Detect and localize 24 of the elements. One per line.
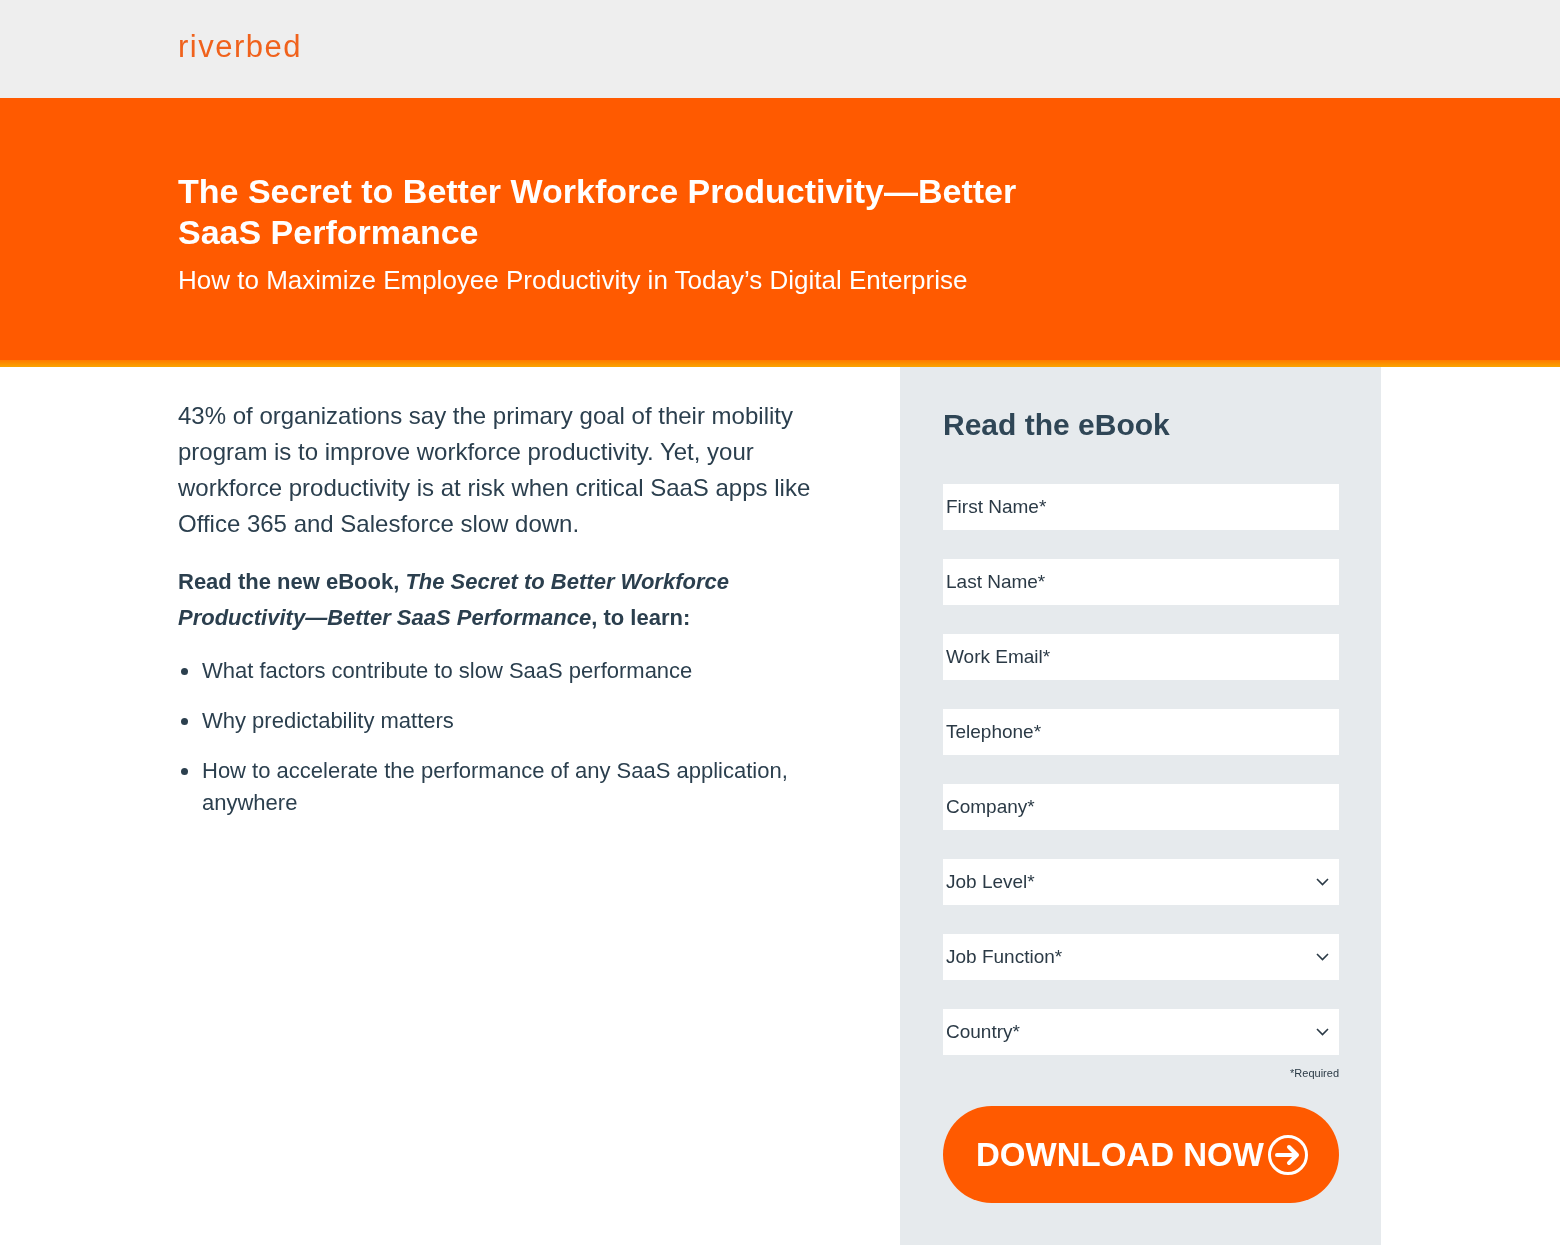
input-field[interactable]: Telephone* xyxy=(943,709,1339,755)
chevron-icon xyxy=(1316,878,1329,886)
bullet-text: How to accelerate the performance of any SaaS application, anywhere xyxy=(202,757,789,817)
bullet-text: What factors contribute to slow SaaS performance xyxy=(202,657,693,685)
input-field[interactable]: Company* xyxy=(943,784,1339,830)
bullet-icon xyxy=(181,768,188,775)
select-field[interactable]: Job Level* xyxy=(943,859,1339,905)
input-field[interactable]: Last Name* xyxy=(943,559,1339,605)
page-subtitle: How to Maximize Employee Productivity in Today’s Digital Enterprise xyxy=(178,264,969,296)
bullet-icon xyxy=(181,718,188,725)
lead-paragraph: Read the new eBook, The Secret to Better Workforce Productivity—Better SaaS Performance, to learn: xyxy=(178,568,730,632)
page-title: The Secret to Better Workforce Productivity—Better SaaS Performance xyxy=(178,171,1018,253)
input-field[interactable]: Work Email* xyxy=(943,634,1339,680)
chevron-icon xyxy=(1316,953,1329,961)
select-field[interactable]: Country* xyxy=(943,1009,1339,1055)
intro-paragraph: 43% of organizations say the primary goal of their mobility program is to improve workforce productivity. Yet, your workforce productivity is at risk when critical SaaS apps like Office 365 and Salesforce slow down. xyxy=(178,401,812,539)
select-field[interactable]: Job Function* xyxy=(943,934,1339,980)
chevron-icon xyxy=(1316,1028,1329,1036)
input-field[interactable]: First Name* xyxy=(943,484,1339,530)
bullet-icon xyxy=(181,668,188,675)
form-title: Read the eBook xyxy=(943,407,1171,443)
required-note: *Required xyxy=(1290,1066,1339,1081)
arrow-circle-icon xyxy=(1267,1134,1308,1175)
bullet-text: Why predictability matters xyxy=(202,707,454,735)
